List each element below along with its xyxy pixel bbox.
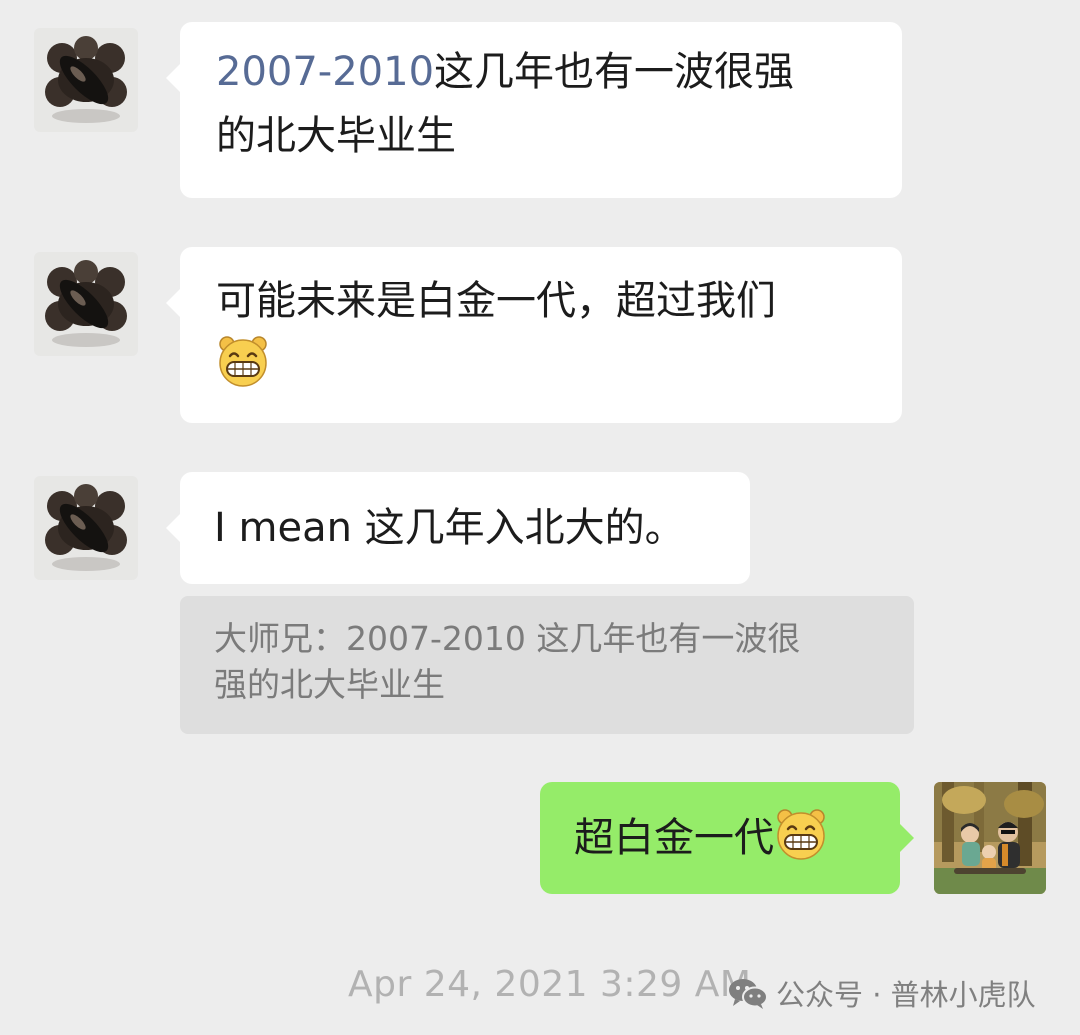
message-text: I mean 这几年入北大的。	[214, 505, 685, 551]
timestamp: Apr 24, 2021 3:29 AM	[348, 964, 752, 1005]
avatar-image	[34, 28, 138, 132]
quote-text: 大师兄：2007-2010 这几年也有一波很	[214, 619, 801, 658]
message-bubble[interactable]: 2007-2010这几年也有一波很强 的北大毕业生	[166, 22, 902, 198]
sender-avatar[interactable]	[34, 252, 138, 356]
message-text: 超白金一代	[574, 815, 774, 861]
grin-emoji-icon	[219, 336, 267, 387]
self-avatar[interactable]	[934, 782, 1046, 894]
message-text: 的北大毕业生	[216, 113, 456, 159]
grin-emoji-icon	[777, 809, 825, 860]
watermark: 公众号 · 普林小虎队	[728, 970, 1036, 1016]
sender-avatar[interactable]	[34, 476, 138, 580]
quote-text: 强的北大毕业生	[214, 665, 445, 704]
sender-avatar[interactable]	[34, 28, 138, 132]
message-bubble[interactable]: 可能未来是白金一代，超过我们	[166, 247, 902, 423]
watermark-label: 公众号 · 普林小虎队	[776, 978, 1036, 1012]
message-text: 可能未来是白金一代，超过我们	[216, 278, 776, 324]
message-bubble-outgoing[interactable]: 超白金一代	[540, 782, 914, 894]
message-link[interactable]: 2007-2010	[216, 49, 434, 95]
message-bubble[interactable]: I mean 这几年入北大的。	[166, 472, 750, 584]
avatar-image	[34, 476, 138, 580]
wechat-icon	[729, 979, 768, 1009]
avatar-image	[934, 782, 1046, 894]
avatar-image	[34, 252, 138, 356]
quoted-message[interactable]: 大师兄：2007-2010 这几年也有一波很 强的北大毕业生	[180, 596, 914, 734]
message-text: 这几年也有一波很强	[434, 49, 795, 95]
